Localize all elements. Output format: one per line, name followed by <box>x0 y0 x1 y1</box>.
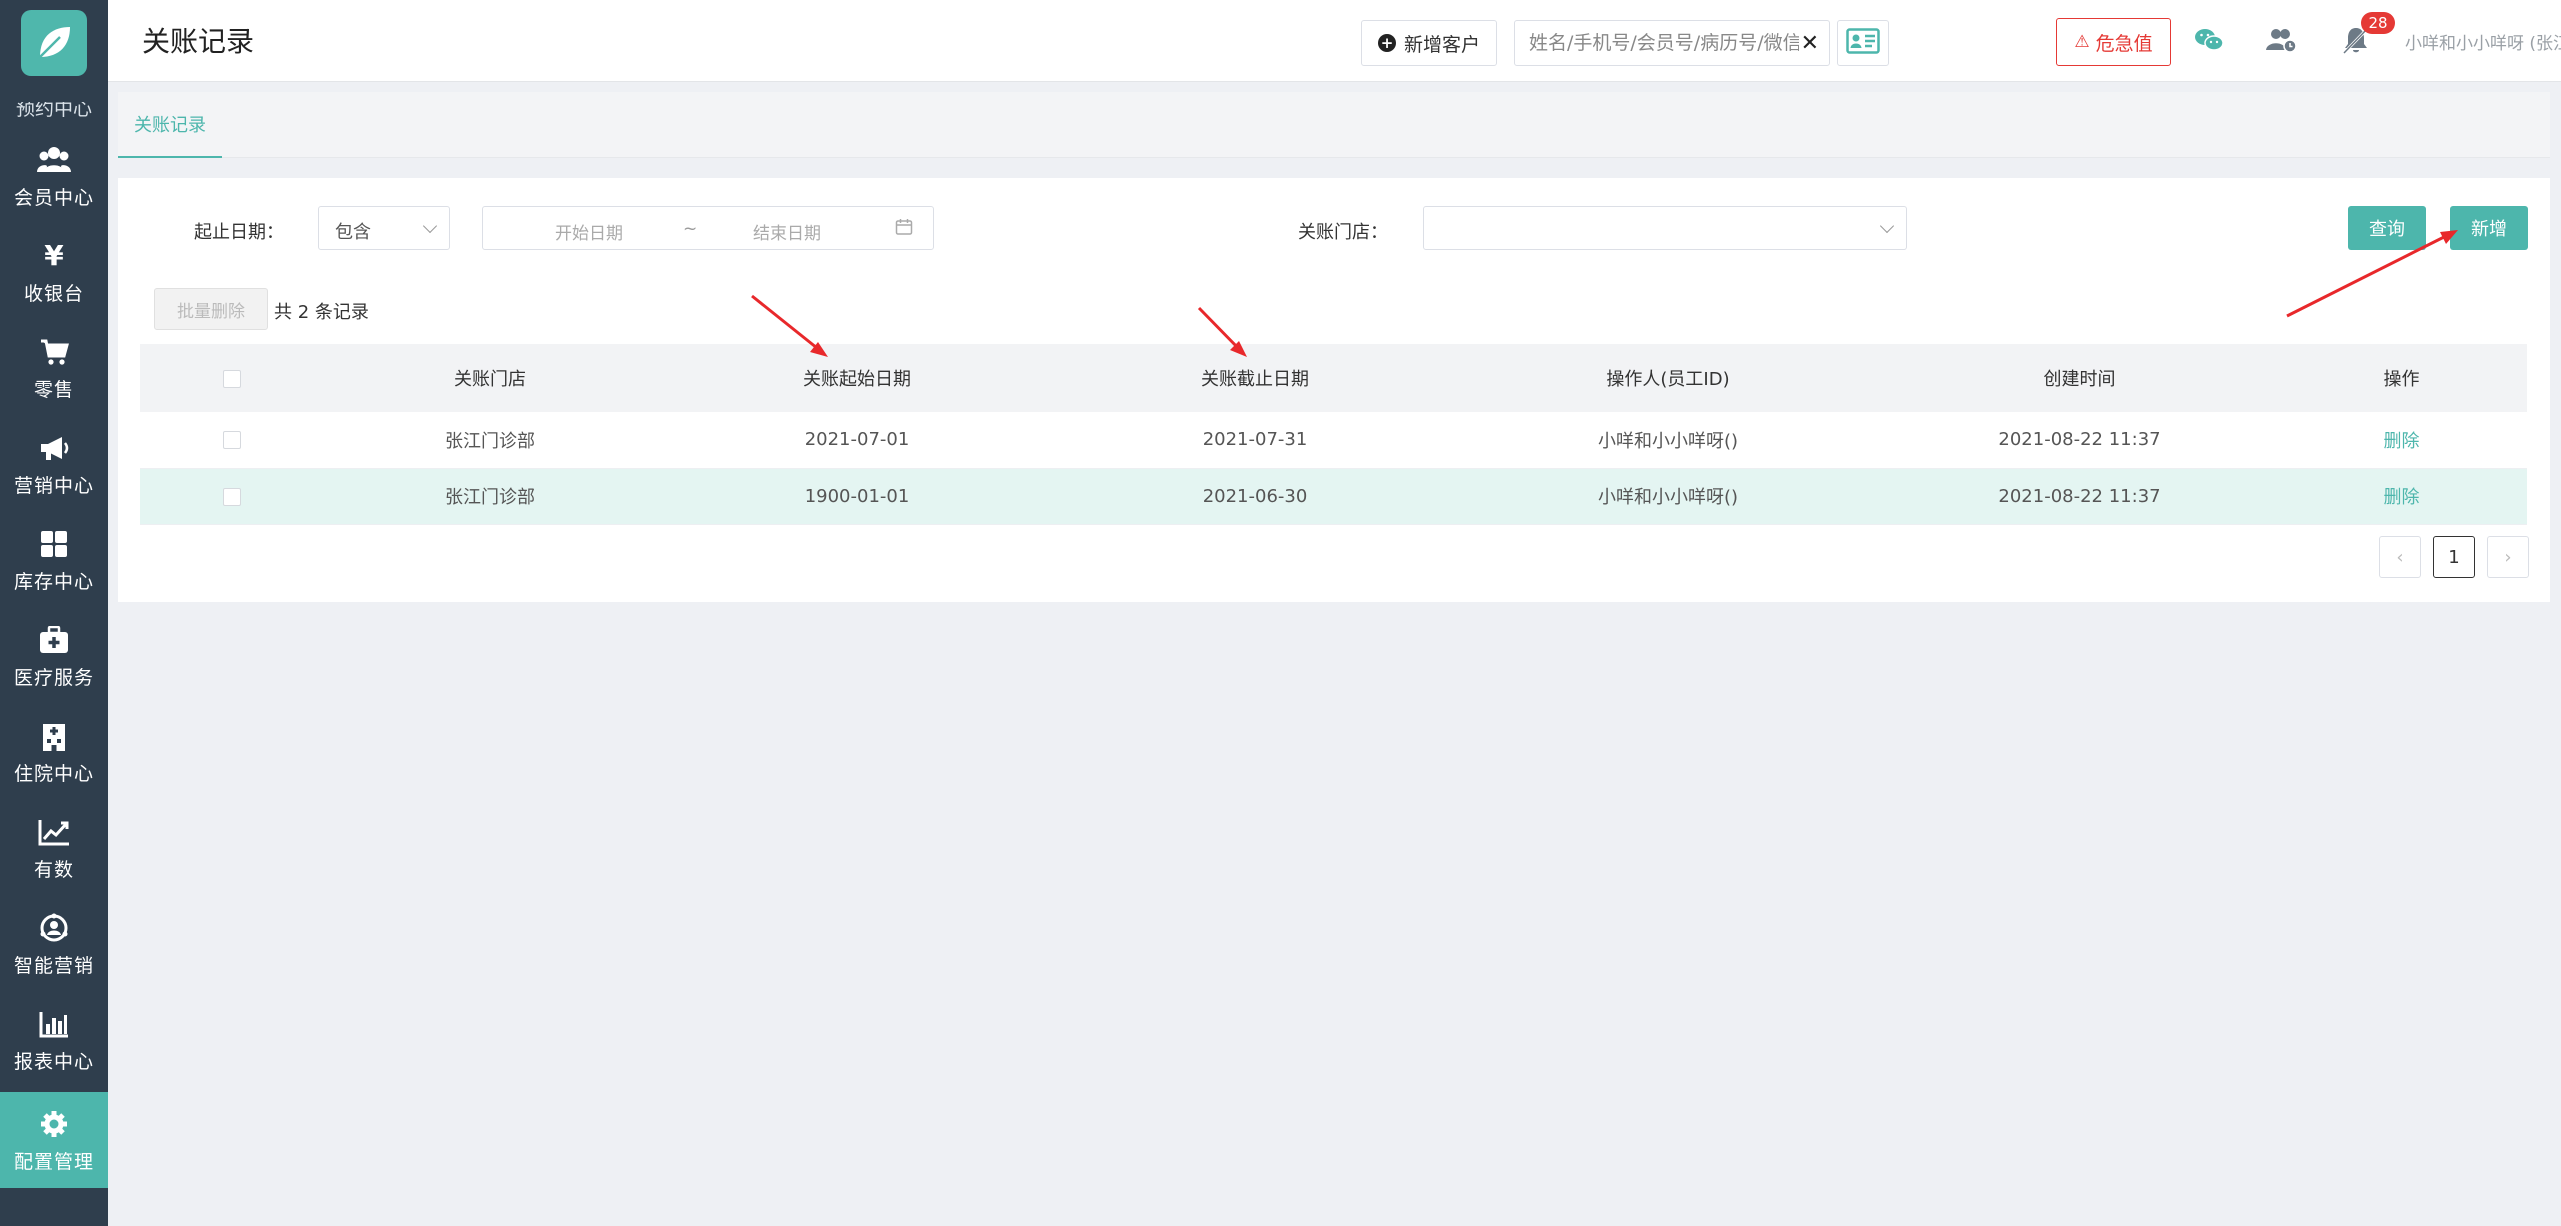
red-arrow-icon <box>1197 306 1247 357</box>
annotation-arrows <box>751 230 2458 357</box>
red-arrow-icon <box>751 294 828 357</box>
red-arrow-icon <box>2286 230 2458 318</box>
